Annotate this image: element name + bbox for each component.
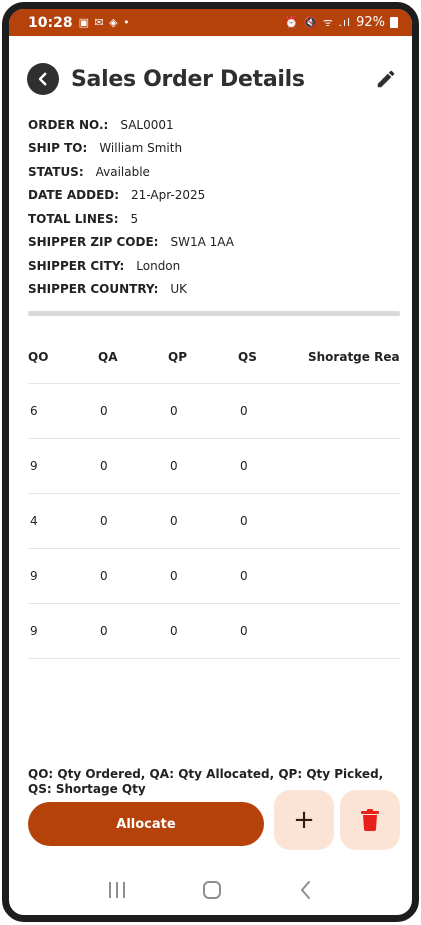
system-status-icons: ⏰ 🔇 ᯤ .ıl <box>284 16 352 29</box>
status-right: ⏰ 🔇 ᯤ .ıl 92% <box>285 15 398 30</box>
status-bar: 10:28 ▣ ✉ ◈ • ⏰ 🔇 ᯤ .ıl 92% <box>9 9 412 36</box>
country-value: UK <box>170 282 188 297</box>
table-row[interactable]: 4 0 0 0 <box>28 494 400 549</box>
cell-qp: 0 <box>170 569 178 583</box>
cell-qp: 0 <box>170 624 178 638</box>
country-label: SHIPPER COUNTRY: <box>28 282 159 297</box>
section-divider <box>28 311 400 316</box>
cell-qo: 4 <box>30 514 38 528</box>
arrow-left-icon <box>38 72 47 86</box>
cell-qo: 9 <box>30 459 38 473</box>
trash-icon <box>361 809 379 831</box>
cell-qa: 0 <box>100 459 108 473</box>
date-added-value: 21-Apr-2025 <box>131 188 206 203</box>
battery-percent: 92% <box>356 15 385 30</box>
back-button[interactable] <box>27 63 59 95</box>
total-lines-value: 5 <box>130 211 139 226</box>
cell-qa: 0 <box>100 624 108 638</box>
ship-to-value: William Smith <box>99 141 183 156</box>
edit-button[interactable] <box>373 66 399 92</box>
home-icon[interactable] <box>202 880 222 900</box>
info-row-date-added: DATE ADDED: 21-Apr-2025 <box>28 184 398 208</box>
ship-to-label: SHIP TO: <box>28 141 88 156</box>
status-left: 10:28 ▣ ✉ ◈ • <box>28 15 131 31</box>
system-nav-bar <box>9 865 412 915</box>
page-title: Sales Order Details <box>71 66 305 92</box>
cell-qo: 6 <box>30 404 38 418</box>
cell-qp: 0 <box>170 404 178 418</box>
info-row-total-lines: TOTAL LINES: 5 <box>28 207 398 231</box>
table-row[interactable]: 9 0 0 0 <box>28 549 400 604</box>
info-row-ship-to: SHIP TO: William Smith <box>28 137 398 161</box>
column-header-qa: QA <box>98 350 118 364</box>
status-value: Available <box>95 164 150 179</box>
order-lines-table[interactable]: QO QA QP QS Shoratge Reas 6 0 0 0 9 0 0 … <box>28 331 400 659</box>
column-header-qo: QO <box>28 350 49 364</box>
order-no-value: SAL0001 <box>120 117 174 132</box>
plus-icon: + <box>293 805 315 835</box>
pencil-icon <box>377 70 395 88</box>
cell-qp: 0 <box>170 459 178 473</box>
cell-qs: 0 <box>240 404 248 418</box>
status-time: 10:28 <box>28 14 73 31</box>
city-label: SHIPPER CITY: <box>28 258 125 273</box>
cell-qs: 0 <box>240 459 248 473</box>
cell-qa: 0 <box>100 514 108 528</box>
cell-qs: 0 <box>240 514 248 528</box>
cell-qa: 0 <box>100 404 108 418</box>
total-lines-label: TOTAL LINES: <box>28 211 119 226</box>
phone-frame: 10:28 ▣ ✉ ◈ • ⏰ 🔇 ᯤ .ıl 92% Sales Order … <box>2 2 419 922</box>
cell-qo: 9 <box>30 569 38 583</box>
cell-qo: 9 <box>30 624 38 638</box>
notification-icons: ▣ ✉ ◈ • <box>78 16 131 29</box>
allocate-button-label: Allocate <box>116 816 176 832</box>
cell-qs: 0 <box>240 624 248 638</box>
page-header: Sales Order Details <box>27 61 399 97</box>
cell-qa: 0 <box>100 569 108 583</box>
cell-qp: 0 <box>170 514 178 528</box>
info-row-zip-code: SHIPPER ZIP CODE: SW1A 1AA <box>28 231 398 255</box>
add-button[interactable]: + <box>274 790 334 850</box>
column-header-qs: QS <box>238 350 257 364</box>
zip-code-label: SHIPPER ZIP CODE: <box>28 235 159 250</box>
quantity-legend: QO: Qty Ordered, QA: Qty Allocated, QP: … <box>28 767 384 796</box>
column-header-qp: QP <box>168 350 187 364</box>
table-row[interactable]: 9 0 0 0 <box>28 439 400 494</box>
city-value: London <box>136 258 181 273</box>
order-no-label: ORDER NO.: <box>28 117 109 132</box>
column-header-shortage-reason: Shoratge Reas <box>308 350 400 364</box>
status-label: STATUS: <box>28 164 84 179</box>
recent-apps-icon[interactable] <box>107 881 127 899</box>
table-row[interactable]: 9 0 0 0 <box>28 604 400 659</box>
table-header: QO QA QP QS Shoratge Reas <box>28 331 400 384</box>
info-row-status: STATUS: Available <box>28 160 398 184</box>
battery-icon <box>390 17 398 28</box>
delete-button[interactable] <box>340 790 400 850</box>
info-row-order-no: ORDER NO.: SAL0001 <box>28 113 398 137</box>
zip-code-value: SW1A 1AA <box>170 235 234 250</box>
cell-qs: 0 <box>240 569 248 583</box>
info-row-city: SHIPPER CITY: London <box>28 254 398 278</box>
back-nav-icon[interactable] <box>298 880 314 900</box>
info-row-country: SHIPPER COUNTRY: UK <box>28 278 398 302</box>
date-added-label: DATE ADDED: <box>28 188 120 203</box>
table-row[interactable]: 6 0 0 0 <box>28 384 400 439</box>
order-info: ORDER NO.: SAL0001 SHIP TO: William Smit… <box>28 113 398 301</box>
allocate-button[interactable]: Allocate <box>28 802 264 846</box>
